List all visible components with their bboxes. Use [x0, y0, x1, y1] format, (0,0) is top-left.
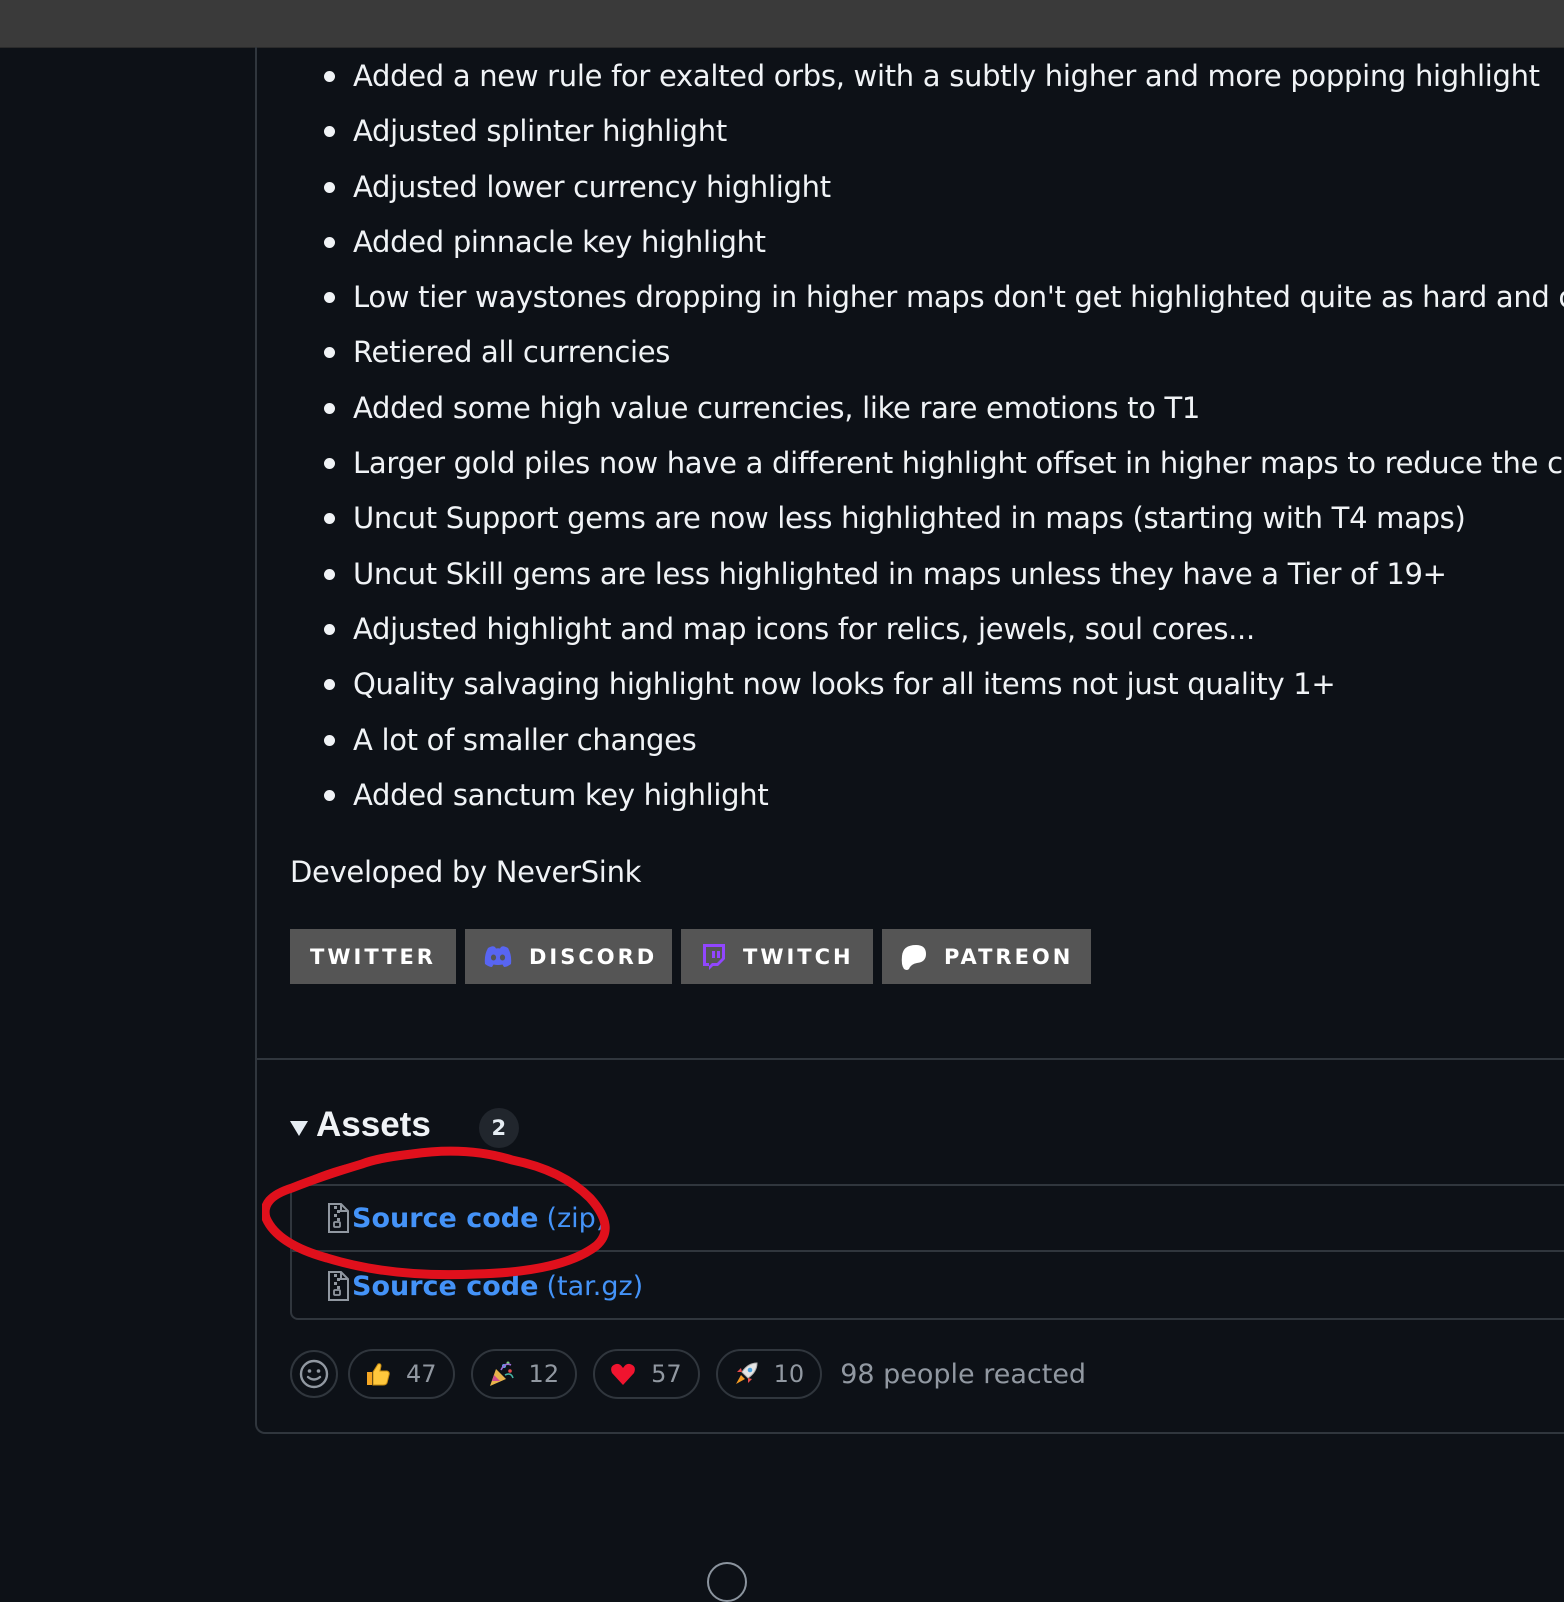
discord-label: DISCORD — [529, 944, 658, 969]
browser-top-bar — [0, 0, 1564, 48]
list-item: Adjusted lower currency highlight — [324, 166, 1564, 221]
list-item: Larger gold piles now have a different h… — [324, 442, 1564, 497]
asset-source-zip-link[interactable]: Source code (zip) — [292, 1186, 1564, 1252]
assets-title: Assets — [316, 1105, 431, 1144]
heart-icon — [609, 1360, 637, 1388]
assets-toggle[interactable]: Assets 2 — [290, 1102, 519, 1148]
twitter-badge[interactable]: TWITTER — [290, 929, 456, 984]
list-item: Added pinnacle key highlight — [324, 221, 1564, 276]
list-item: Uncut Support gems are now less highligh… — [324, 497, 1564, 552]
changelog-list: Added a new rule for exalted orbs, with … — [324, 55, 1564, 829]
patreon-label: PATREON — [944, 944, 1074, 969]
reaction-count: 57 — [651, 1360, 682, 1388]
list-item: Retiered all currencies — [324, 331, 1564, 386]
reactions-bar: 47 12 57 10 98 people reacted — [290, 1349, 1086, 1399]
list-item: Adjusted highlight and map icons for rel… — [324, 608, 1564, 663]
list-item: A lot of smaller changes — [324, 719, 1564, 774]
twitter-label: TWITTER — [310, 944, 436, 969]
reaction-count: 10 — [773, 1360, 805, 1388]
reaction-party-button[interactable]: 12 — [470, 1349, 578, 1399]
asset-ext: (tar.gz) — [546, 1270, 644, 1302]
add-reaction-button[interactable] — [290, 1350, 338, 1398]
twitch-label: TWITCH — [743, 944, 854, 969]
section-divider — [257, 1058, 1564, 1060]
reaction-count: 12 — [528, 1360, 560, 1388]
twitch-icon — [701, 943, 727, 971]
assets-count-badge: 2 — [478, 1108, 519, 1148]
twitch-badge[interactable]: TWITCH — [681, 929, 873, 984]
scroll-indicator — [707, 1562, 747, 1602]
list-item: Uncut Skill gems are less highlighted in… — [324, 553, 1564, 608]
social-badges: TWITTER DISCORD TWITCH PATREON — [290, 929, 1091, 984]
smiley-icon — [299, 1359, 329, 1389]
discord-icon — [483, 945, 513, 969]
list-item: Adjusted splinter highlight — [324, 110, 1564, 165]
asset-source-targz-link[interactable]: Source code (tar.gz) — [292, 1253, 1564, 1319]
thumbs-up-icon — [364, 1360, 392, 1388]
list-item: Added some high value currencies, like r… — [324, 387, 1564, 442]
list-item: Low tier waystones dropping in higher ma… — [324, 276, 1564, 331]
reactions-summary: 98 people reacted — [840, 1358, 1087, 1390]
reaction-count: 47 — [406, 1360, 437, 1388]
developed-by-text: Developed by NeverSink — [290, 855, 642, 889]
asset-name: Source code — [352, 1202, 539, 1234]
reaction-heart-button[interactable]: 57 — [593, 1349, 700, 1399]
asset-name: Source code — [352, 1270, 539, 1302]
patreon-badge[interactable]: PATREON — [882, 929, 1091, 984]
party-popper-icon — [487, 1360, 515, 1388]
asset-ext: (zip) — [546, 1202, 607, 1234]
file-zip-icon — [326, 1270, 350, 1302]
list-item: Added a new rule for exalted orbs, with … — [324, 55, 1564, 110]
caret-down-icon — [290, 1120, 308, 1136]
rocket-icon — [732, 1360, 760, 1388]
reaction-thumbs-up-button[interactable]: 47 — [348, 1349, 455, 1399]
reaction-rocket-button[interactable]: 10 — [715, 1349, 823, 1399]
patreon-icon — [900, 943, 928, 971]
file-zip-icon — [326, 1202, 350, 1234]
assets-list: Source code (zip) Source code (tar.gz) — [290, 1184, 1564, 1320]
discord-badge[interactable]: DISCORD — [465, 929, 672, 984]
list-item: Added sanctum key highlight — [324, 774, 1564, 829]
release-panel: Added a new rule for exalted orbs, with … — [255, 47, 1564, 1434]
list-item: Quality salvaging highlight now looks fo… — [324, 663, 1564, 718]
